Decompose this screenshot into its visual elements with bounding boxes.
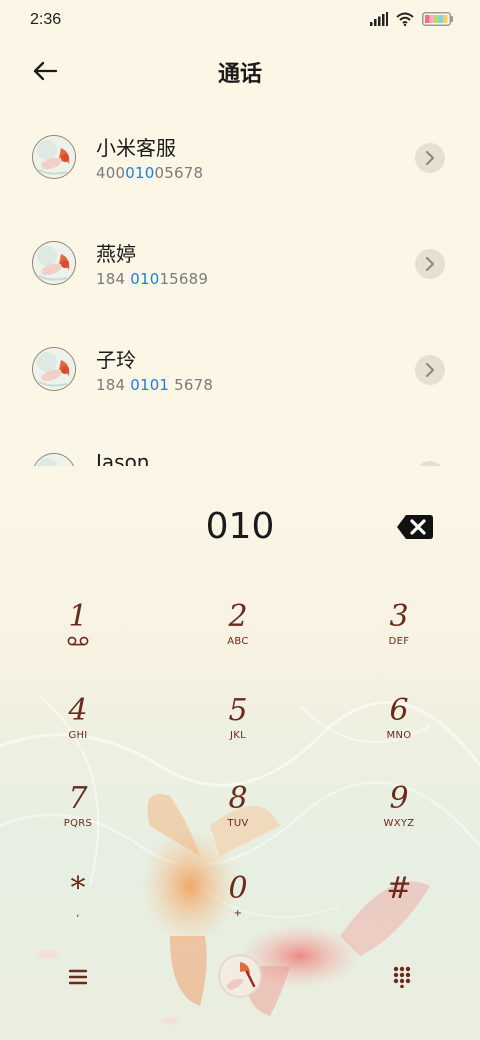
key-letters: + [233, 908, 243, 919]
key-6[interactable]: 6 MNO [339, 694, 459, 770]
contact-avatar [32, 135, 76, 179]
battery-icon [422, 12, 453, 26]
key-digit: * [70, 871, 86, 906]
key-0[interactable]: 0 + [178, 872, 298, 948]
status-time: 2:36 [30, 11, 62, 28]
contact-avatar [32, 453, 76, 466]
match-highlight: 010 [130, 270, 160, 288]
key-1[interactable]: 1 [18, 600, 138, 676]
key-4[interactable]: 4 GHI [18, 694, 138, 770]
contact-item[interactable]: 燕婷 184 01015689 [0, 210, 480, 316]
keypad-toggle-button[interactable] [384, 960, 420, 994]
contact-detail-button[interactable] [415, 355, 445, 385]
wifi-icon [396, 12, 414, 26]
voicemail-icon [67, 636, 89, 646]
key-3[interactable]: 3 DEF [339, 600, 459, 676]
chevron-right-icon [426, 257, 434, 271]
match-highlight: 010 [125, 164, 155, 182]
chevron-right-icon [426, 151, 434, 165]
key-letters: GHI [68, 730, 88, 741]
status-icons [370, 12, 454, 26]
key-7[interactable]: 7 PQRS [18, 782, 138, 858]
menu-icon [69, 969, 87, 985]
key-star[interactable]: * , [18, 872, 138, 948]
contact-number: 184 01015689 [96, 270, 209, 288]
key-letters: WXYZ [383, 818, 415, 829]
key-digit: 0 [228, 871, 248, 906]
backspace-icon [397, 515, 433, 539]
contact-number: 40001005678 [96, 164, 204, 182]
contact-item[interactable]: 子玲 184 0101 5678 [0, 316, 480, 422]
key-digit: # [386, 871, 412, 906]
key-5[interactable]: 5 JKL [178, 694, 298, 770]
contact-item[interactable]: Jason [0, 422, 480, 466]
contact-name: 燕婷 [96, 242, 136, 266]
delete-button[interactable] [396, 514, 434, 540]
page-title: 通话 [217, 62, 262, 87]
contact-avatar [32, 347, 76, 391]
chevron-right-icon [426, 363, 434, 377]
key-letters: , [76, 908, 80, 919]
key-letters: DEF [388, 636, 410, 647]
key-digit: 7 [68, 781, 88, 816]
contact-item[interactable]: 小米客服 40001005678 [0, 104, 480, 210]
key-digit: 5 [228, 693, 248, 728]
key-hash[interactable]: # [339, 872, 459, 948]
key-letters: JKL [230, 730, 246, 741]
key-2[interactable]: 2 ABC [178, 600, 298, 676]
header: 通话 [0, 42, 480, 98]
match-highlight: 0101 [130, 376, 170, 394]
contact-name: 子玲 [96, 348, 136, 372]
dialer-panel: 010 1 2 ABC 3 DEF 4 GHI 5 JKL 6 MNO 7 PQ… [0, 466, 480, 1040]
phone-icon [220, 956, 260, 996]
key-digit: 9 [389, 781, 409, 816]
key-8[interactable]: 8 TUV [178, 782, 298, 858]
key-digit: 6 [389, 693, 409, 728]
call-button[interactable] [218, 954, 262, 998]
key-digit: 8 [228, 781, 248, 816]
key-digit: 3 [389, 599, 409, 634]
contact-list: 小米客服 40001005678 燕婷 184 01015689 子玲 184 … [0, 104, 480, 466]
contact-number: 184 0101 5678 [96, 376, 214, 394]
key-letters: MNO [386, 730, 412, 741]
key-digit: 4 [68, 693, 88, 728]
contact-detail-button[interactable] [415, 143, 445, 173]
key-letters: TUV [227, 818, 249, 829]
signal-icon [370, 12, 388, 26]
contact-name: 小米客服 [96, 136, 176, 160]
menu-button[interactable] [60, 962, 96, 992]
key-letters: PQRS [63, 818, 93, 829]
key-9[interactable]: 9 WXYZ [339, 782, 459, 858]
status-bar: 2:36 [0, 0, 480, 42]
key-digit: 2 [228, 599, 248, 634]
dialpad-icon [393, 966, 411, 988]
contact-avatar [32, 241, 76, 285]
key-digit: 1 [68, 599, 88, 634]
key-letters: ABC [227, 636, 249, 647]
contact-name: Jason [96, 450, 150, 466]
contact-detail-button[interactable] [415, 249, 445, 279]
